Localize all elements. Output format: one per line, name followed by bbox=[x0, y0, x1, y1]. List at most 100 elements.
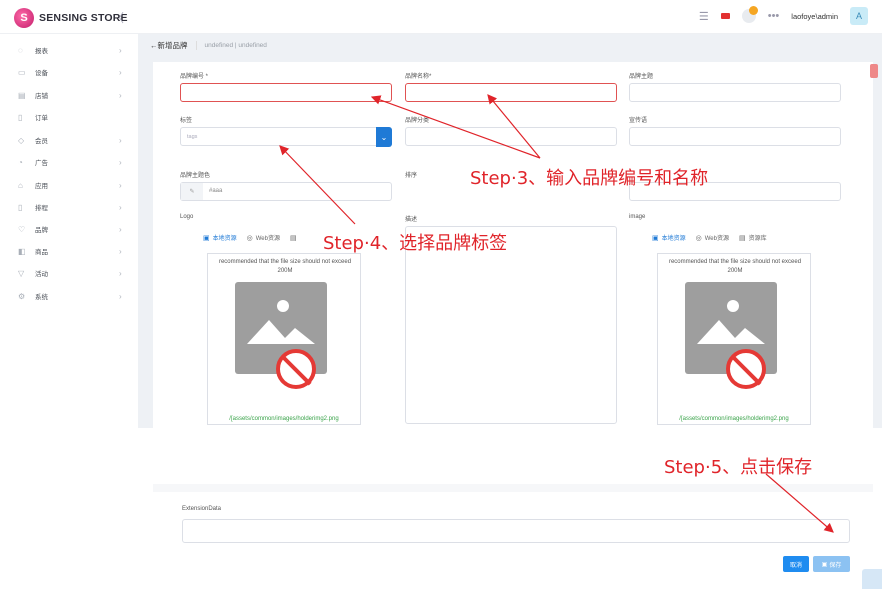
sidebar-item-schedule[interactable]: ▯ 排程 › bbox=[0, 196, 138, 218]
settings-sliders-icon[interactable]: ☰ bbox=[699, 10, 709, 23]
sidebar-item-member[interactable]: ◇ 会员 › bbox=[0, 129, 138, 151]
color-picker-icon[interactable]: ✎ bbox=[181, 183, 203, 200]
chevron-right-icon: › bbox=[119, 224, 122, 234]
sidebar-item-product[interactable]: ◧ 商品 › bbox=[0, 240, 138, 262]
sidebar-item-label: 订单 bbox=[35, 115, 48, 122]
breadcrumb-sub: undefined | undefined bbox=[204, 42, 267, 49]
logo-upload-box[interactable]: recommended that the file size should no… bbox=[207, 253, 361, 425]
upload-note: recommended that the file size should no… bbox=[668, 259, 802, 274]
sidebar-item-brand[interactable]: ♡ 品牌 › bbox=[0, 218, 138, 240]
back-link[interactable]: ←新增品牌 bbox=[150, 40, 188, 51]
more-icon[interactable]: ••• bbox=[768, 10, 780, 22]
annotation-step4: Step·4、选择品牌标签 bbox=[323, 233, 508, 254]
logo-icon: S bbox=[14, 8, 34, 28]
sidebar-item-device[interactable]: ▭ 设备 › bbox=[0, 61, 138, 83]
image-upload-box[interactable]: recommended that the file size should no… bbox=[657, 253, 811, 425]
gear-icon: ⚙ bbox=[18, 291, 26, 301]
database-icon: ▤ bbox=[738, 234, 746, 242]
device-icon: ▭ bbox=[18, 67, 26, 77]
member-icon: ◇ bbox=[18, 135, 25, 145]
sidebar-item-label: 品牌 bbox=[35, 227, 48, 234]
extension-data-label: ExtensionData bbox=[182, 506, 222, 512]
cancel-button[interactable]: 取消 bbox=[783, 556, 809, 572]
tab-resource-library[interactable]: ▤ 资源库 bbox=[738, 233, 767, 243]
save-icon: ▣ bbox=[821, 561, 828, 568]
tab-local-resource[interactable]: ▣ 本地资源 bbox=[652, 233, 686, 243]
brand-logo[interactable]: S SENSING STORE bbox=[14, 8, 128, 28]
annotation-step5: Step·5、点击保存 bbox=[664, 457, 813, 478]
chevron-right-icon: › bbox=[119, 291, 122, 301]
tab-web-resource[interactable]: ◎ Web资源 bbox=[247, 233, 280, 243]
ad-icon: ◔ bbox=[18, 157, 23, 167]
tag-placeholder: tags bbox=[187, 134, 198, 140]
chevron-right-icon: › bbox=[119, 202, 122, 212]
collapse-sidebar-icon[interactable]: 〈 bbox=[112, 9, 124, 26]
tag-select[interactable]: tags ⌄ bbox=[180, 127, 392, 147]
sidebar-item-label: 活动 bbox=[35, 271, 48, 278]
sidebar-item-app[interactable]: ⌂ 应用 › bbox=[0, 174, 138, 196]
description-label: 描述 bbox=[405, 217, 418, 223]
back-to-top-button[interactable] bbox=[862, 569, 882, 589]
notification-icon[interactable] bbox=[741, 6, 758, 23]
brand-category-input[interactable] bbox=[405, 127, 617, 146]
sidebar-item-label: 广告 bbox=[35, 160, 48, 167]
breadcrumb-divider bbox=[195, 41, 197, 50]
sidebar-item-report[interactable]: ◌ 报表 › bbox=[0, 39, 138, 61]
scroll-indicator[interactable] bbox=[870, 64, 878, 78]
sidebar-item-label: 应用 bbox=[35, 183, 48, 190]
chevron-down-icon[interactable]: ⌄ bbox=[376, 127, 392, 147]
slogan-input[interactable] bbox=[629, 127, 841, 146]
sidebar-item-order[interactable]: ▯ 订单 bbox=[0, 106, 138, 128]
save-button-label: 保存 bbox=[829, 562, 842, 569]
image-source-tabs: ▣ 本地资源 ◎ Web资源 ▤ 资源库 bbox=[652, 233, 767, 243]
breadcrumb: ←新增品牌 undefined | undefined bbox=[150, 40, 267, 51]
database-icon: ▤ bbox=[289, 234, 297, 242]
sidebar-item-label: 设备 bbox=[35, 70, 48, 77]
language-flag-icon[interactable] bbox=[720, 13, 730, 19]
collapsed-section bbox=[153, 484, 873, 492]
brand-code-input[interactable] bbox=[180, 83, 392, 102]
sidebar-item-system[interactable]: ⚙ 系统 › bbox=[0, 285, 138, 307]
annotation-step3: Step·3、输入品牌编号和名称 bbox=[470, 168, 709, 189]
order-icon: ▯ bbox=[18, 112, 23, 122]
brand-name-input[interactable] bbox=[405, 83, 617, 102]
sidebar-item-label: 报表 bbox=[35, 48, 48, 55]
logo-source-tabs: ▣ 本地资源 ◎ Web资源 ▤ bbox=[203, 233, 297, 243]
local-file-icon: ▣ bbox=[203, 234, 210, 242]
campaign-icon: ▽ bbox=[18, 268, 25, 278]
chevron-right-icon: › bbox=[119, 246, 122, 256]
chevron-right-icon: › bbox=[119, 135, 122, 145]
extension-data-textarea[interactable] bbox=[182, 519, 850, 543]
logo-label: Logo bbox=[180, 214, 194, 220]
app-icon: ⌂ bbox=[18, 180, 23, 190]
product-icon: ◧ bbox=[18, 246, 26, 256]
brand-icon: ♡ bbox=[18, 224, 26, 234]
brand-name-label: 品牌名称* bbox=[405, 74, 432, 80]
brand-theme-input[interactable] bbox=[629, 83, 841, 102]
top-bar: S SENSING STORE 〈 ☰ ••• laofoye\admin A bbox=[0, 0, 882, 34]
sidebar-item-ad[interactable]: ◔ 广告 › bbox=[0, 151, 138, 173]
tab-web-resource[interactable]: ◎ Web资源 bbox=[696, 233, 729, 243]
description-textarea[interactable] bbox=[405, 226, 617, 424]
slogan-label: 宣传语 bbox=[629, 118, 648, 124]
sidebar-item-label: 店铺 bbox=[35, 93, 48, 100]
schedule-icon: ▯ bbox=[18, 202, 23, 212]
brand-theme-label: 品牌主题 bbox=[629, 74, 654, 80]
placeholder-path: /[assets/common/images/holderimg2.png bbox=[229, 416, 339, 422]
tab-resource-library[interactable]: ▤ bbox=[290, 233, 297, 242]
image-label: image bbox=[629, 214, 646, 220]
sidebar-item-store[interactable]: ▤ 店铺 › bbox=[0, 84, 138, 106]
sidebar-item-label: 系统 bbox=[35, 294, 48, 301]
avatar[interactable]: A bbox=[850, 7, 868, 25]
chevron-right-icon: › bbox=[119, 157, 122, 167]
save-button[interactable]: ▣ 保存 bbox=[813, 556, 850, 572]
brand-code-label: 品牌编号 * bbox=[180, 74, 209, 80]
prohibited-icon bbox=[276, 349, 316, 389]
theme-color-input[interactable]: ✎ #aaa bbox=[180, 182, 392, 201]
username[interactable]: laofoye\admin bbox=[791, 12, 838, 21]
sidebar-item-label: 商品 bbox=[35, 249, 48, 256]
sidebar-item-campaign[interactable]: ▽ 活动 › bbox=[0, 262, 138, 284]
chart-icon: ◌ bbox=[18, 45, 23, 55]
tab-local-resource[interactable]: ▣ 本地资源 bbox=[203, 233, 237, 243]
chevron-right-icon: › bbox=[119, 67, 122, 77]
